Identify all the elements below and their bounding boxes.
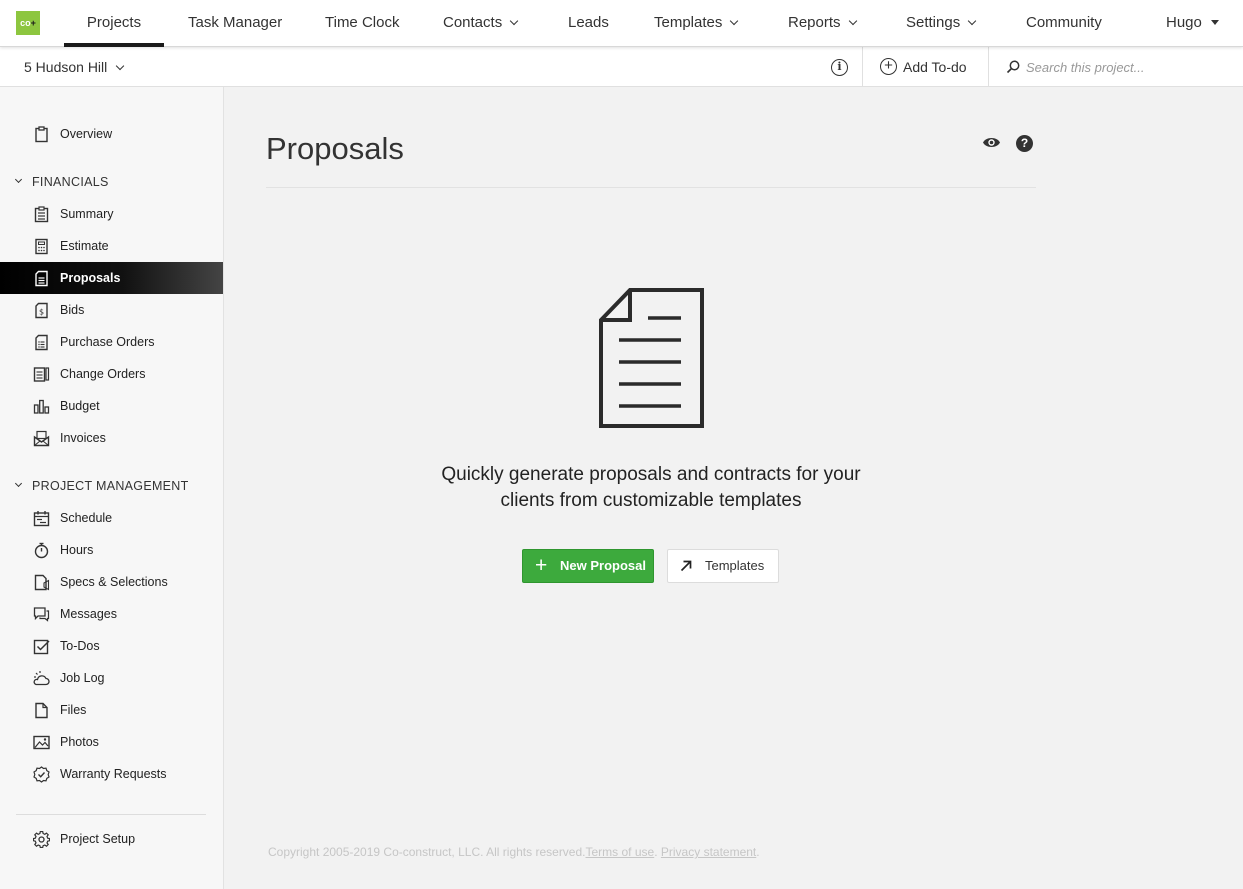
- document-icon: [35, 270, 48, 287]
- info-icon[interactable]: i: [831, 59, 848, 76]
- purchase-order-icon: [35, 334, 48, 351]
- calculator-icon: [35, 238, 48, 255]
- search-input[interactable]: [1026, 57, 1226, 77]
- photo-icon: [33, 735, 50, 750]
- search-icon: [1006, 60, 1020, 74]
- sidebar-item-change-orders[interactable]: Change Orders: [0, 358, 223, 390]
- coconstruct-logo[interactable]: co+: [16, 11, 40, 35]
- top-navigation: co+ Projects Task Manager Time Clock Con…: [0, 0, 1243, 47]
- weather-cloud-icon: [33, 671, 50, 686]
- search-box: [1006, 47, 1236, 87]
- plus-circle-icon: +: [880, 57, 897, 75]
- main-content: Proposals ? Quickly generate proposals a…: [224, 87, 1243, 889]
- calendar-icon: [33, 511, 50, 527]
- caret-down-icon: [1210, 20, 1219, 25]
- change-order-icon: [33, 367, 50, 382]
- sidebar-divider: [16, 814, 206, 815]
- empty-state-message: Quickly generate proposals and contracts…: [441, 464, 861, 511]
- sidebar-item-specs-selections[interactable]: Specs & Selections: [0, 566, 223, 598]
- project-sidebar: Overview FINANCIALS Summary Estimate Pro…: [0, 87, 224, 889]
- badge-check-icon: [33, 766, 50, 783]
- stopwatch-icon: [34, 542, 49, 559]
- footer: Copyright 2005-2019 Co-construct, LLC. A…: [268, 845, 760, 859]
- chat-bubbles-icon: [33, 607, 50, 622]
- sidebar-item-project-setup[interactable]: Project Setup: [0, 823, 223, 855]
- sidebar-section-financials[interactable]: FINANCIALS: [0, 170, 223, 194]
- sidebar-item-messages[interactable]: Messages: [0, 598, 223, 630]
- sidebar-item-files[interactable]: Files: [0, 694, 223, 726]
- chevron-down-icon: [116, 61, 125, 71]
- sidebar-item-purchase-orders[interactable]: Purchase Orders: [0, 326, 223, 358]
- file-icon: [35, 702, 48, 719]
- nav-settings[interactable]: Settings: [906, 0, 977, 47]
- sidebar-item-invoices[interactable]: Invoices: [0, 422, 223, 454]
- project-toolbar: 5 Hudson Hill i + Add To-do: [0, 47, 1243, 87]
- chevron-down-icon: [509, 16, 519, 26]
- proposal-document-icon: [599, 288, 704, 428]
- sidebar-item-photos[interactable]: Photos: [0, 726, 223, 758]
- sidebar-item-todos[interactable]: To-Dos: [0, 630, 223, 662]
- nav-reports[interactable]: Reports: [788, 0, 857, 47]
- sidebar-item-warranty-requests[interactable]: Warranty Requests: [0, 758, 223, 790]
- sidebar-item-hours[interactable]: Hours: [0, 534, 223, 566]
- nav-contacts[interactable]: Contacts: [443, 0, 519, 47]
- chevron-down-icon: [14, 479, 23, 488]
- nav-time-clock[interactable]: Time Clock: [325, 0, 399, 47]
- divider: [988, 47, 989, 87]
- sidebar-item-bids[interactable]: $ Bids: [0, 294, 223, 326]
- nav-leads[interactable]: Leads: [568, 0, 609, 47]
- user-menu[interactable]: Hugo: [1166, 0, 1219, 47]
- chevron-down-icon: [967, 16, 977, 26]
- external-arrow-icon: [680, 560, 692, 572]
- project-selector[interactable]: 5 Hudson Hill: [24, 47, 125, 87]
- sidebar-item-schedule[interactable]: Schedule: [0, 502, 223, 534]
- bar-chart-icon: [33, 399, 50, 414]
- clipboard-icon: [35, 126, 48, 143]
- sidebar-item-budget[interactable]: Budget: [0, 390, 223, 422]
- new-proposal-button[interactable]: + New Proposal: [522, 549, 654, 583]
- sidebar-section-project-management[interactable]: PROJECT MANAGEMENT: [0, 474, 223, 498]
- sidebar-item-proposals[interactable]: Proposals: [0, 262, 223, 294]
- nav-task-manager[interactable]: Task Manager: [188, 0, 282, 47]
- nav-community[interactable]: Community: [1026, 0, 1102, 47]
- dollar-document-icon: $: [35, 302, 48, 319]
- title-divider: [266, 187, 1036, 188]
- chevron-down-icon: [730, 16, 739, 26]
- sidebar-item-overview[interactable]: Overview: [0, 118, 223, 150]
- chevron-down-icon: [848, 16, 857, 26]
- svg-text:$: $: [39, 308, 44, 317]
- divider: [862, 47, 863, 87]
- nav-templates[interactable]: Templates: [654, 0, 739, 47]
- sidebar-item-summary[interactable]: Summary: [0, 198, 223, 230]
- help-icon[interactable]: ?: [1016, 135, 1033, 152]
- sidebar-item-job-log[interactable]: Job Log: [0, 662, 223, 694]
- checkbox-icon: [33, 639, 50, 655]
- nav-projects[interactable]: Projects: [64, 0, 164, 47]
- eye-icon[interactable]: [982, 136, 1001, 149]
- add-todo-button[interactable]: + Add To-do: [880, 47, 967, 87]
- templates-button[interactable]: Templates: [667, 549, 779, 583]
- chevron-down-icon: [14, 175, 23, 184]
- sidebar-item-estimate[interactable]: Estimate: [0, 230, 223, 262]
- invoice-envelope-icon: [33, 430, 50, 447]
- terms-of-use-link[interactable]: Terms of use: [586, 845, 655, 859]
- summary-list-icon: [34, 206, 49, 223]
- plus-icon: +: [535, 554, 548, 577]
- specs-document-icon: [34, 574, 50, 591]
- gear-icon: [33, 831, 50, 848]
- privacy-statement-link[interactable]: Privacy statement: [661, 845, 756, 859]
- page-title: Proposals: [266, 131, 404, 166]
